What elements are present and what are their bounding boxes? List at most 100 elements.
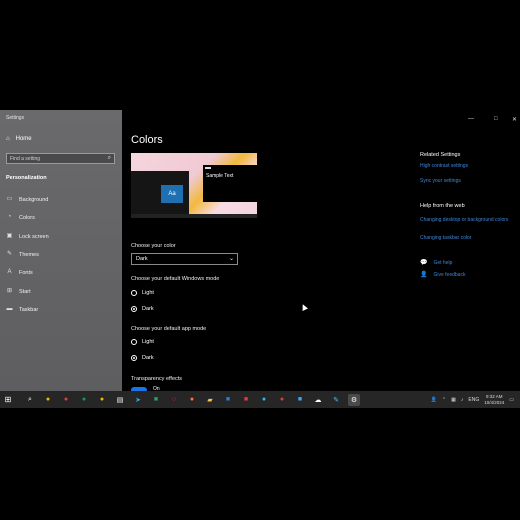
word-icon[interactable]: ■ xyxy=(222,394,234,406)
get-help-link[interactable]: 💬 Get help xyxy=(420,259,453,267)
app-mode-label: Choose your default app mode xyxy=(131,326,207,332)
chevron-up-icon[interactable]: ⌃ xyxy=(442,397,446,403)
preview-window: Sample Text xyxy=(203,165,257,202)
search-icon: ⌕ xyxy=(107,155,111,161)
feedback-icon: 👤 xyxy=(420,272,428,278)
minimize-button[interactable]: — xyxy=(468,116,474,122)
photoshop-icon[interactable]: ■ xyxy=(294,394,306,406)
close-button[interactable]: ✕ xyxy=(512,116,517,123)
high-contrast-link[interactable]: High contrast settings xyxy=(420,163,468,169)
preview-tile: Aa xyxy=(161,185,183,203)
chrome-icon[interactable]: ● xyxy=(42,394,54,406)
windows-mode-label: Choose your default Windows mode xyxy=(131,276,220,282)
search-icon[interactable]: ⌕ xyxy=(24,394,36,406)
get-help-label: Get help xyxy=(433,259,453,266)
chrome-icon[interactable]: ● xyxy=(60,394,72,406)
radio-label: Light xyxy=(142,339,154,345)
color-dropdown[interactable]: Dark ⌄ xyxy=(131,253,238,265)
system-tray: 👤 ⌃ ▦ ♪ ENG 9:32 AM 10/4/2024 ▭ xyxy=(431,391,514,408)
radio-icon xyxy=(131,339,137,345)
choose-color-label: Choose your color xyxy=(131,243,176,249)
sidebar-item-lock-screen[interactable]: ▣ Lock screen xyxy=(6,233,49,240)
radio-selected-icon xyxy=(131,306,137,312)
window-title: Settings xyxy=(6,115,25,121)
folder-icon[interactable]: ▰ xyxy=(204,394,216,406)
onedrive-icon[interactable]: ☁ xyxy=(312,394,324,406)
app-mode-dark-radio[interactable]: Dark xyxy=(131,355,154,361)
sidebar-item-taskbar[interactable]: ▬ Taskbar xyxy=(6,306,39,313)
sidebar-item-label: Taskbar xyxy=(19,306,39,313)
radio-selected-icon xyxy=(131,355,137,361)
font-icon: A xyxy=(7,269,12,275)
mouse-cursor xyxy=(300,303,308,311)
chat-icon: 💬 xyxy=(420,260,428,266)
clock[interactable]: 9:32 AM 10/4/2024 xyxy=(484,394,504,406)
sidebar-item-start[interactable]: ⊞ Start xyxy=(6,288,31,295)
sidebar-item-fonts[interactable]: A Fonts xyxy=(6,269,33,276)
taskbar: ⊞ ⌕ ● ● ● ● ▤ ➤ ■ ○ ● ▰ ■ ■ ● ● ■ ☁ ✎ ⚙ … xyxy=(0,391,520,408)
section-heading: Personalization xyxy=(6,175,47,181)
notification-icon[interactable]: ▭ xyxy=(509,397,514,403)
taskbar-apps: ⌕ ● ● ● ● ▤ ➤ ■ ○ ● ▰ ■ ■ ● ● ■ ☁ ✎ ⚙ xyxy=(24,393,360,406)
image-icon: ▭ xyxy=(6,196,13,202)
network-icon[interactable]: ▦ xyxy=(451,397,456,403)
start-icon: ⊞ xyxy=(6,288,13,294)
notepad-icon[interactable]: ▤ xyxy=(114,394,126,406)
radio-icon xyxy=(131,290,137,296)
sidebar-item-colors[interactable]: ◔ Colors xyxy=(6,214,35,221)
sidebar-item-label: Background xyxy=(19,196,49,203)
chrome-icon[interactable]: ● xyxy=(96,394,108,406)
maximize-button[interactable]: □ xyxy=(494,116,498,122)
screen: Settings ⌂ Home Find a setting ⌕ Persona… xyxy=(0,110,520,408)
sync-settings-link[interactable]: Sync your settings xyxy=(420,178,461,184)
brush-icon: ✎ xyxy=(6,251,13,257)
windows-mode-light-radio[interactable]: Light xyxy=(131,290,154,296)
transparency-label: Transparency effects xyxy=(131,376,183,382)
paint-icon[interactable]: ✎ xyxy=(330,394,342,406)
related-settings-heading: Related Settings xyxy=(420,152,461,158)
chrome-icon[interactable]: ● xyxy=(78,394,90,406)
sidebar-item-themes[interactable]: ✎ Themes xyxy=(6,251,39,258)
taskbar-icon: ▬ xyxy=(6,306,13,312)
feedback-label: Give feedback xyxy=(433,271,466,278)
search-input[interactable]: Find a setting ⌕ xyxy=(6,153,115,164)
color-preview: Aa Sample Text xyxy=(131,153,257,218)
page-title: Colors xyxy=(131,134,163,146)
language-indicator[interactable]: ENG xyxy=(468,397,479,403)
sidebar-item-label: Colors xyxy=(19,214,35,221)
give-feedback-link[interactable]: 👤 Give feedback xyxy=(420,271,466,279)
sidebar-item-home[interactable]: ⌂ Home xyxy=(6,136,32,142)
radio-label: Dark xyxy=(142,355,154,361)
volume-icon[interactable]: ♪ xyxy=(461,397,464,403)
edge-icon[interactable]: ● xyxy=(258,394,270,406)
clock-date: 10/4/2024 xyxy=(484,399,505,405)
opera-icon[interactable]: ○ xyxy=(168,394,180,406)
start-button[interactable]: ⊞ xyxy=(0,391,16,408)
dropdown-value: Dark xyxy=(136,256,148,262)
sidebar-item-label: Fonts xyxy=(19,269,33,276)
help-taskbar-color-link[interactable]: Changing taskbar color xyxy=(420,235,471,241)
sidebar-item-label: Start xyxy=(19,288,31,295)
help-heading: Help from the web xyxy=(420,203,465,209)
windows-mode-dark-radio[interactable]: Dark xyxy=(131,306,154,312)
sidebar: Settings ⌂ Home Find a setting ⌕ Persona… xyxy=(0,110,122,391)
preview-window-bar xyxy=(205,167,211,169)
firefox-icon[interactable]: ● xyxy=(186,394,198,406)
media-icon[interactable]: ■ xyxy=(240,394,252,406)
settings-icon[interactable]: ⚙ xyxy=(348,393,360,406)
preview-taskbar xyxy=(131,214,257,218)
person-icon[interactable]: 👤 xyxy=(431,397,437,403)
app-mode-light-radio[interactable]: Light xyxy=(131,339,154,345)
sidebar-item-label: Home xyxy=(15,136,32,142)
radio-label: Dark xyxy=(142,306,154,312)
main-content: — □ ✕ Colors Aa Sample Text Choose your … xyxy=(122,110,520,393)
sidebar-item-label: Lock screen xyxy=(19,233,49,240)
sidebar-item-label: Themes xyxy=(19,251,39,258)
sidebar-item-background[interactable]: ▭ Background xyxy=(6,196,49,203)
excel-icon[interactable]: ■ xyxy=(150,394,162,406)
preview-sample-text: Sample Text xyxy=(206,173,234,179)
powerpoint-icon[interactable]: ● xyxy=(276,394,288,406)
telegram-icon[interactable]: ➤ xyxy=(132,394,144,406)
help-desktop-colors-link[interactable]: Changing desktop or background colors xyxy=(420,217,510,224)
chevron-down-icon: ⌄ xyxy=(228,256,234,262)
